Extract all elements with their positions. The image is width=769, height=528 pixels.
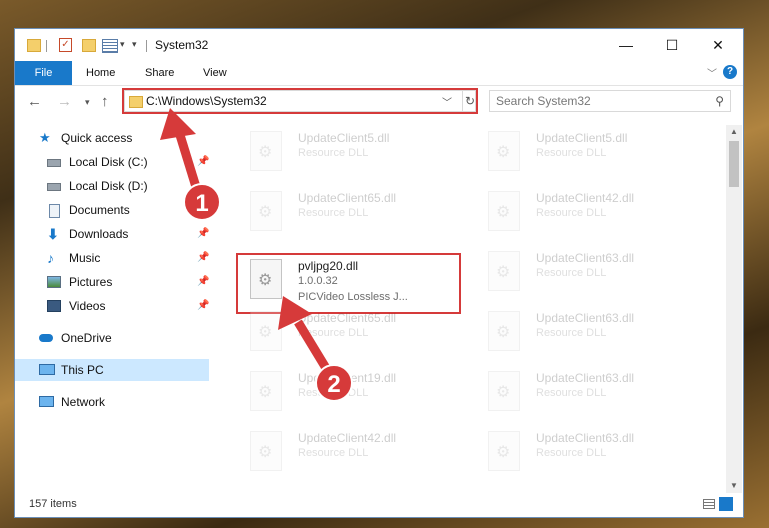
- annotation-arrows: [160, 108, 336, 381]
- callout-2: 2: [315, 364, 353, 402]
- arrow-1-head: [160, 108, 196, 140]
- callout-1: 1: [183, 183, 221, 221]
